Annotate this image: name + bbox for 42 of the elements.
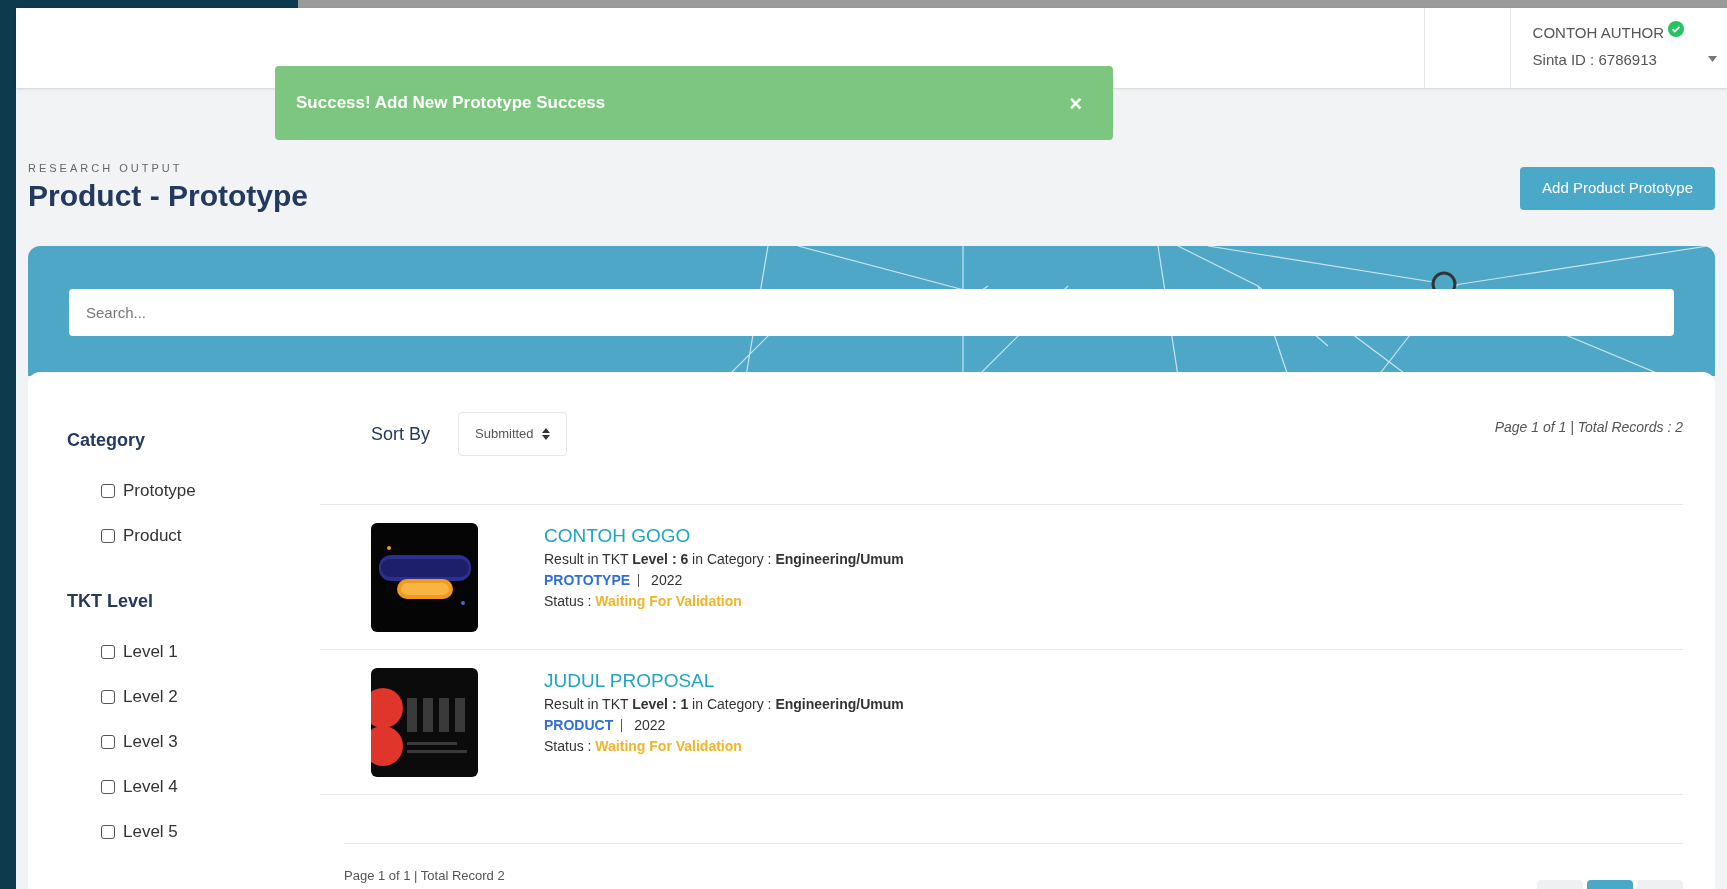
result-status: Status : Waiting For Validation — [544, 737, 743, 756]
result-title[interactable]: JUDUL PROPOSAL — [544, 668, 904, 694]
checkbox-label: Prototype — [123, 479, 196, 502]
result-description: Result in TKT Level : 1 in Category : Engineering/Umum — [544, 695, 904, 714]
checkbox-label: Level 3 — [123, 730, 178, 753]
checkbox-label: Level 4 — [123, 775, 178, 798]
sinta-id: Sinta ID : 6786913 — [1532, 49, 1658, 70]
page-info: Page 1 of 1 | Total Records : 2 — [1494, 418, 1683, 437]
result-row[interactable]: JUDUL PROPOSAL Result in TKT Level : 1 in Category : Engineering/Umum PRODUCT 2022 Status : Waiting For Validation — [320, 650, 1683, 795]
page-title: Product - Prototype — [28, 177, 308, 214]
sort-icon — [541, 428, 550, 440]
result-row[interactable]: CONTOH GOGO Result in TKT Level : 6 in Category : Engineering/Umum PROTOTYPE 2022 Status : Waiting For Validation — [320, 505, 1683, 650]
filter-title: Category — [67, 429, 147, 452]
result-type: PRODUCT — [544, 716, 614, 735]
close-button[interactable]: × — [1069, 86, 1082, 120]
result-status: Status : Waiting For Validation — [544, 592, 743, 611]
filter-title: TKT Level — [67, 590, 155, 613]
sort-select[interactable]: Submitted — [458, 412, 567, 456]
caret-icon[interactable] — [1708, 56, 1717, 62]
footer-info: Page 1 of 1 | Total Record 2 — [344, 867, 505, 885]
checkbox[interactable] — [101, 528, 115, 543]
checkbox[interactable] — [101, 824, 115, 839]
author-name: CONTOH AUTHOR — [1532, 23, 1664, 43]
result-year: 2022 — [634, 716, 666, 735]
checkbox[interactable] — [101, 779, 115, 794]
checkbox[interactable] — [101, 689, 115, 704]
checkbox-label: Product — [123, 524, 182, 547]
result-type: PROTOTYPE — [544, 571, 631, 590]
result-title[interactable]: CONTOH GOGO — [544, 523, 904, 549]
overline: RESEARCH OUTPUT — [28, 161, 184, 176]
add-button[interactable]: Add Product Prototype — [1520, 167, 1715, 210]
checkbox-label: Level 2 — [123, 685, 178, 708]
result-year: 2022 — [651, 571, 683, 590]
search-field[interactable]: Search... — [69, 289, 1674, 336]
result-description: Result in TKT Level : 6 in Category : Engineering/Umum — [544, 550, 904, 569]
alert-message: Success! Add New Prototype Success — [296, 92, 606, 115]
checkbox[interactable] — [101, 734, 115, 749]
checkbox-label: Level 1 — [123, 640, 178, 663]
checkbox[interactable] — [101, 483, 115, 498]
checkbox[interactable] — [101, 644, 115, 659]
sort-label: Sort By — [371, 422, 431, 446]
checkbox-label: Level 5 — [123, 820, 178, 843]
